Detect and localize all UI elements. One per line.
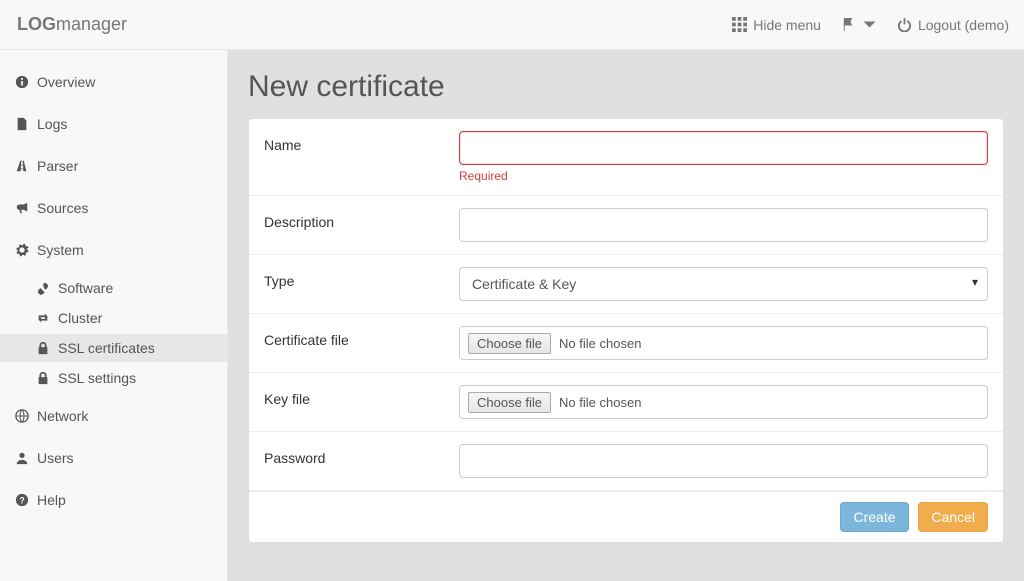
row-description: Description bbox=[249, 196, 1003, 255]
sidebar-item-label: Help bbox=[37, 492, 66, 508]
sidebar-item-label: Overview bbox=[37, 74, 95, 90]
sidebar-item-overview[interactable]: Overview bbox=[0, 64, 227, 100]
caret-down-icon bbox=[862, 17, 877, 32]
logout-button[interactable]: Logout (demo) bbox=[897, 17, 1009, 33]
sidebar-item-label: Sources bbox=[37, 200, 88, 216]
form-panel: Name Required Description Type Certifica… bbox=[248, 118, 1004, 543]
sidebar-item-label: Logs bbox=[37, 116, 67, 132]
hide-menu-button[interactable]: Hide menu bbox=[732, 17, 821, 33]
topbar: LOGmanager Hide menu Logout (demo) bbox=[0, 0, 1024, 50]
sidebar-item-logs[interactable]: Logs bbox=[0, 106, 227, 142]
cancel-button[interactable]: Cancel bbox=[918, 502, 988, 532]
sidebar-item-help[interactable]: ? Help bbox=[0, 482, 227, 518]
retweet-icon bbox=[36, 311, 50, 325]
row-password: Password bbox=[249, 432, 1003, 491]
sidebar-item-network[interactable]: Network bbox=[0, 398, 227, 434]
sidebar: Overview Logs Parser Sources System Soft… bbox=[0, 50, 228, 581]
sidebar-sub-ssl-settings[interactable]: SSL settings bbox=[0, 364, 227, 392]
row-keyfile: Key file Choose file No file chosen bbox=[249, 373, 1003, 432]
page-title: New certificate bbox=[248, 70, 1004, 104]
sidebar-item-users[interactable]: Users bbox=[0, 440, 227, 476]
sidebar-item-label: Parser bbox=[37, 158, 78, 174]
sidebar-item-system[interactable]: System bbox=[0, 232, 227, 268]
svg-text:?: ? bbox=[19, 496, 24, 506]
road-icon bbox=[15, 159, 29, 173]
certfile-input[interactable]: Choose file No file chosen bbox=[459, 326, 988, 360]
sidebar-sub-ssl-certificates[interactable]: SSL certificates bbox=[0, 334, 227, 362]
label-description: Description bbox=[264, 208, 459, 230]
name-input[interactable] bbox=[459, 131, 988, 165]
info-icon bbox=[15, 75, 29, 89]
sidebar-item-sources[interactable]: Sources bbox=[0, 190, 227, 226]
globe-icon bbox=[15, 409, 29, 423]
row-name: Name Required bbox=[249, 119, 1003, 196]
content: New certificate Name Required Descriptio… bbox=[228, 50, 1024, 581]
type-select[interactable]: Certificate & Key bbox=[459, 267, 988, 301]
grid-icon bbox=[732, 17, 747, 32]
topbar-right: Hide menu Logout (demo) bbox=[732, 17, 1009, 33]
label-certfile: Certificate file bbox=[264, 326, 459, 348]
row-type: Type Certificate & Key bbox=[249, 255, 1003, 314]
sidebar-item-label: System bbox=[37, 242, 84, 258]
file-icon bbox=[15, 117, 29, 131]
keyfile-input[interactable]: Choose file No file chosen bbox=[459, 385, 988, 419]
lock-icon bbox=[36, 341, 50, 355]
flag-dropdown[interactable] bbox=[841, 17, 877, 32]
certfile-status: No file chosen bbox=[559, 336, 641, 351]
password-input[interactable] bbox=[459, 444, 988, 478]
power-icon bbox=[897, 17, 912, 32]
label-type: Type bbox=[264, 267, 459, 289]
brand: LOGmanager bbox=[15, 14, 127, 35]
label-name: Name bbox=[264, 131, 459, 153]
sidebar-item-label: Network bbox=[37, 408, 88, 424]
keyfile-button[interactable]: Choose file bbox=[468, 392, 551, 413]
lock-icon bbox=[36, 371, 50, 385]
user-icon bbox=[15, 451, 29, 465]
description-input[interactable] bbox=[459, 208, 988, 242]
label-keyfile: Key file bbox=[264, 385, 459, 407]
label-password: Password bbox=[264, 444, 459, 466]
sidebar-sub-label: SSL settings bbox=[58, 370, 136, 386]
sidebar-sub-label: SSL certificates bbox=[58, 340, 155, 356]
keyfile-status: No file chosen bbox=[559, 395, 641, 410]
sidebar-sub-label: Cluster bbox=[58, 310, 102, 326]
sidebar-item-parser[interactable]: Parser bbox=[0, 148, 227, 184]
certfile-button[interactable]: Choose file bbox=[468, 333, 551, 354]
create-button[interactable]: Create bbox=[840, 502, 908, 532]
name-error: Required bbox=[459, 169, 988, 183]
panel-footer: Create Cancel bbox=[249, 491, 1003, 542]
row-certfile: Certificate file Choose file No file cho… bbox=[249, 314, 1003, 373]
flag-icon bbox=[841, 17, 856, 32]
sidebar-sub-cluster[interactable]: Cluster bbox=[0, 304, 227, 332]
gear-icon bbox=[15, 243, 29, 257]
sidebar-sub-software[interactable]: Software bbox=[0, 274, 227, 302]
hide-menu-label: Hide menu bbox=[753, 17, 821, 33]
question-icon: ? bbox=[15, 493, 29, 507]
brand-bold: LOG bbox=[17, 14, 56, 34]
bullhorn-icon bbox=[15, 201, 29, 215]
logout-label: Logout (demo) bbox=[918, 17, 1009, 33]
sidebar-sub-label: Software bbox=[58, 280, 113, 296]
brand-rest: manager bbox=[56, 14, 127, 34]
link-icon bbox=[36, 281, 50, 295]
sidebar-item-label: Users bbox=[37, 450, 74, 466]
